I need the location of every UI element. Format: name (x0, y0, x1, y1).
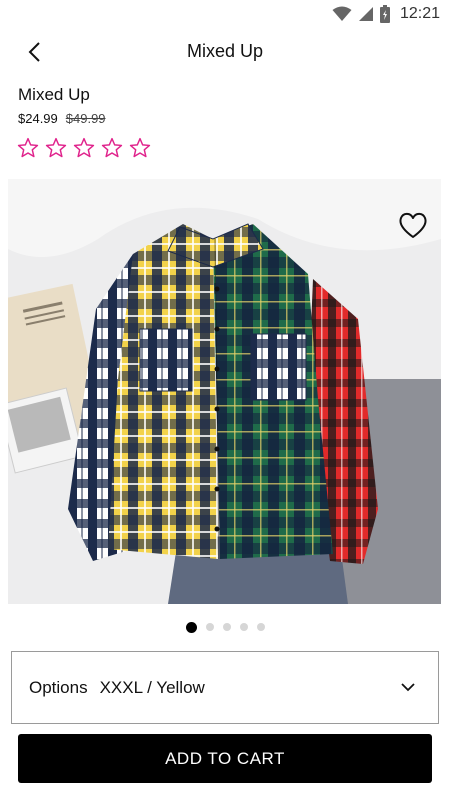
price-row: $24.99 $49.99 (18, 111, 106, 126)
star-icon[interactable] (73, 137, 95, 159)
product-image[interactable] (8, 179, 441, 604)
star-icon[interactable] (45, 137, 67, 159)
chevron-down-icon (401, 683, 415, 692)
carousel-dot[interactable] (205, 623, 214, 631)
plaid-shirt-photo (8, 179, 441, 604)
star-icon[interactable] (17, 137, 39, 159)
carousel-dot[interactable] (222, 623, 231, 631)
status-icons: 12:21 (332, 4, 440, 24)
carousel-dot[interactable] (239, 623, 248, 631)
options-value: XXXL / Yellow (99, 677, 205, 697)
page-title: Mixed Up (186, 41, 264, 61)
status-time: 12:21 (399, 5, 440, 22)
carousel-dots[interactable] (0, 621, 450, 633)
star-icon[interactable] (129, 137, 151, 159)
carousel-dot[interactable] (256, 623, 265, 631)
star-rating[interactable] (17, 137, 151, 159)
options-label: Options (29, 677, 88, 697)
options-select[interactable]: Options XXXL / Yellow (11, 651, 439, 724)
wishlist-heart-icon[interactable] (397, 209, 429, 241)
sale-price: $24.99 (18, 111, 58, 126)
product-name: Mixed Up (18, 85, 90, 104)
add-to-cart-button[interactable]: ADD TO CART (18, 734, 432, 783)
app-bar: Mixed Up (0, 28, 450, 76)
star-icon[interactable] (101, 137, 123, 159)
original-price: $49.99 (65, 111, 106, 126)
battery-icon (379, 5, 390, 23)
signal-icon (358, 7, 373, 21)
status-bar: 12:21 (0, 0, 450, 28)
carousel-dot[interactable] (185, 621, 197, 633)
wifi-icon (332, 6, 352, 21)
